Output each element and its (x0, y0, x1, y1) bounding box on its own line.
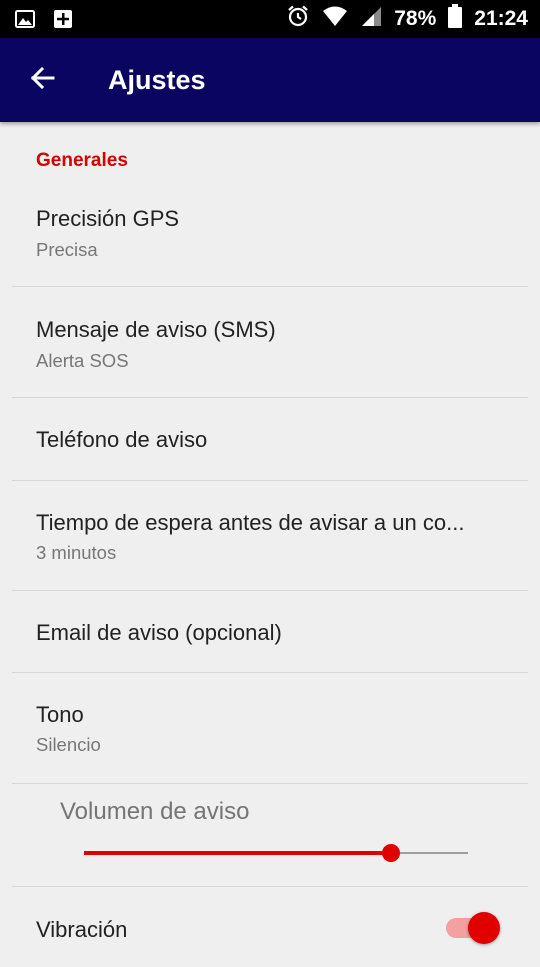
back-button[interactable] (22, 60, 62, 100)
arrow-back-icon (29, 65, 55, 96)
add-box-icon (52, 8, 74, 35)
switch-thumb (468, 912, 500, 944)
wifi-icon (322, 5, 348, 33)
setting-sms-message[interactable]: Mensaje de aviso (SMS) Alerta SOS (12, 287, 528, 397)
setting-alert-email[interactable]: Email de aviso (opcional) (12, 591, 528, 672)
status-bar: 78% 21:24 (0, 0, 540, 38)
notification-icons (14, 8, 74, 35)
alarm-icon (286, 4, 310, 34)
setting-title: Email de aviso (opcional) (36, 620, 282, 645)
volume-slider[interactable] (84, 839, 468, 867)
setting-title: Vibración (36, 917, 128, 942)
vibration-toggle[interactable] (444, 908, 500, 948)
divider (12, 783, 528, 784)
page-title: Ajustes (108, 65, 206, 95)
setting-title: Teléfono de aviso (36, 427, 208, 452)
section-header-generales: Generales (36, 150, 128, 171)
slider-thumb[interactable] (382, 844, 401, 862)
signal-icon (360, 5, 382, 33)
setting-title: Precisión GPS (36, 206, 180, 231)
volume-label: Volumen de aviso (60, 798, 250, 825)
setting-summary: Precisa (36, 239, 98, 260)
setting-summary: 3 minutos (36, 542, 117, 563)
clock: 21:24 (474, 7, 528, 30)
setting-wait-time[interactable]: Tiempo de espera antes de avisar a un co… (12, 481, 528, 590)
setting-gps-precision[interactable]: Precisión GPS Precisa (12, 192, 528, 286)
app-bar: Ajustes (0, 38, 540, 122)
battery-icon (448, 4, 463, 34)
setting-title: Mensaje de aviso (SMS) (36, 317, 276, 342)
setting-alert-phone[interactable]: Teléfono de aviso (12, 398, 528, 480)
setting-title: Tono (36, 702, 84, 727)
setting-title: Tiempo de espera antes de avisar a un co… (36, 510, 465, 535)
setting-summary: Silencio (36, 734, 101, 755)
image-icon (14, 8, 36, 35)
system-icons: 78% 21:24 (286, 0, 528, 38)
slider-fill (84, 851, 392, 855)
setting-tone[interactable]: Tono Silencio (12, 673, 528, 783)
setting-summary: Alerta SOS (36, 350, 129, 371)
battery-percent: 78% (394, 7, 437, 30)
